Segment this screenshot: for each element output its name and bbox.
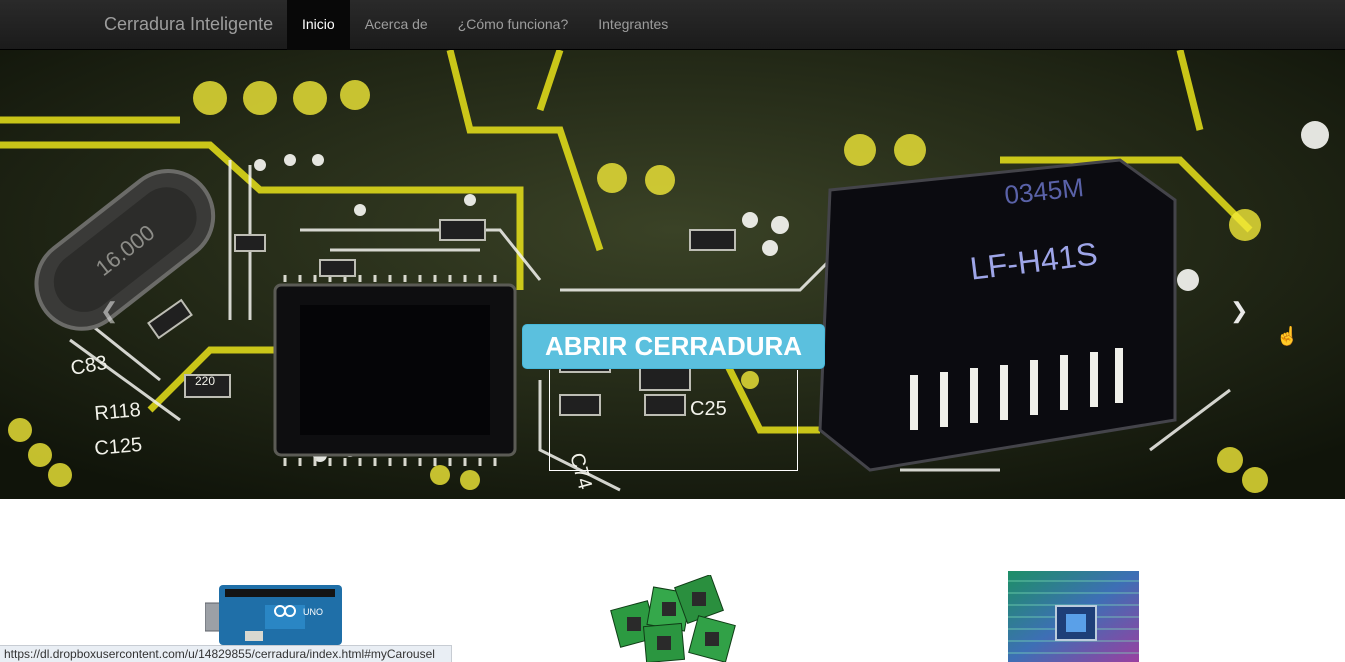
carousel-caption-frame: [549, 370, 798, 471]
svg-text:R118: R118: [94, 399, 142, 425]
arduino-uno-image[interactable]: UNO: [205, 585, 342, 645]
nav-item-como-funciona[interactable]: ¿Cómo funciona?: [443, 0, 584, 50]
hand-cursor-icon: ☝: [1276, 326, 1299, 346]
carousel-prev-chevron-left-icon[interactable]: ❮: [100, 298, 118, 324]
svg-text:220: 220: [195, 374, 215, 388]
open-lock-button[interactable]: ABRIR CERRADURA: [522, 324, 825, 369]
browser-status-bar: https://dl.dropboxusercontent.com/u/1482…: [0, 645, 452, 662]
cpu-chips-image[interactable]: [605, 575, 745, 662]
nav-item-inicio[interactable]: Inicio: [287, 0, 350, 50]
circuit-binary-image[interactable]: [1008, 571, 1139, 662]
top-navbar: Cerradura Inteligente Inicio Acerca de ¿…: [0, 0, 1345, 50]
svg-text:UNO: UNO: [303, 607, 323, 617]
carousel-next-chevron-right-icon[interactable]: ❯: [1230, 298, 1248, 324]
main-nav: Inicio Acerca de ¿Cómo funciona? Integra…: [287, 0, 683, 50]
nav-item-integrantes[interactable]: Integrantes: [583, 0, 683, 50]
hero-carousel: 16.000 0345M LF-H41S C83 C25 C74 R118 C1…: [0, 50, 1345, 499]
brand-link[interactable]: Cerradura Inteligente: [104, 14, 273, 35]
svg-text:C125: C125: [94, 434, 144, 460]
nav-item-acerca[interactable]: Acerca de: [350, 0, 443, 50]
